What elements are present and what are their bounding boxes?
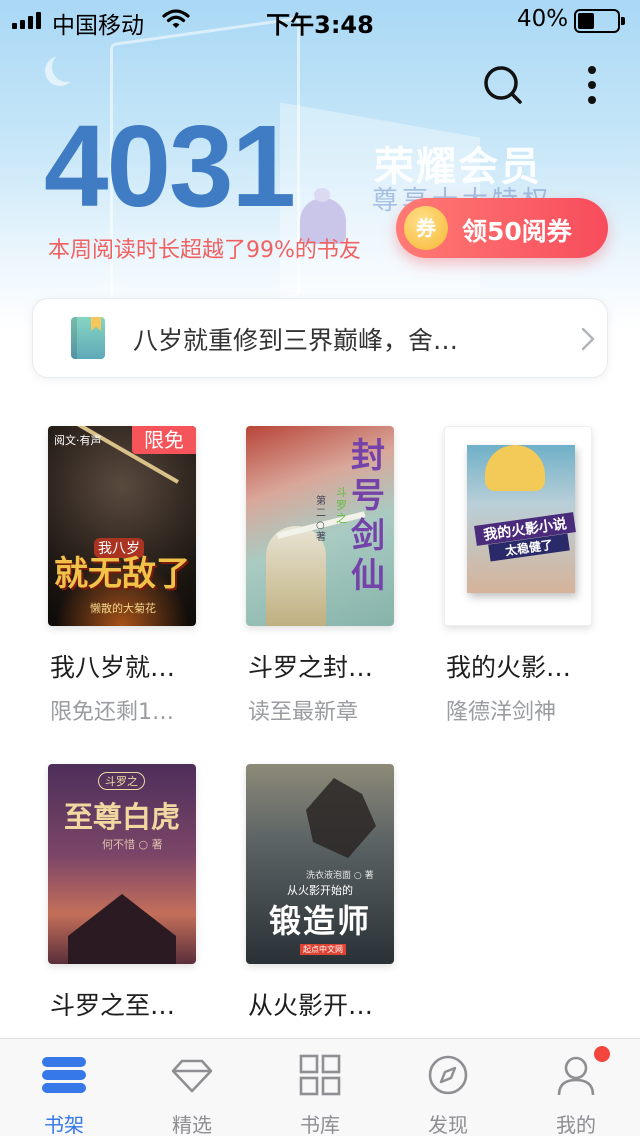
bottom-tab-bar: 书架 精选 书库 发现 我的 <box>0 1038 640 1136</box>
claim-coupon-button[interactable]: 券 领50阅券 <box>396 198 608 258</box>
book-cover[interactable]: 斗罗之 至尊白虎 何不惜 ○ 著 <box>48 764 196 964</box>
cover-title: 锻造师 <box>268 902 371 940</box>
bookshelf-icon <box>42 1057 86 1093</box>
tab-featured[interactable]: 精选 <box>128 1039 256 1136</box>
more-options-icon[interactable] <box>586 66 598 104</box>
moon-icon <box>52 52 82 82</box>
battery-icon <box>574 9 626 33</box>
cover-title: 封号剑仙 <box>351 436 385 596</box>
cover-author: 何不惜 ○ 著 <box>102 838 163 851</box>
cover-subtitle: 斗罗之 <box>336 486 347 525</box>
book-cover[interactable]: 封号剑仙 斗罗之 第二○著 <box>246 426 394 626</box>
book-author: 隆德洋剑神 <box>446 700 557 725</box>
book-cover[interactable]: 阅文·有声 我八岁 就无敌了 懒散的大菊花 限免 <box>48 426 196 626</box>
free-badge: 限免 <box>132 426 196 454</box>
coupon-icon: 券 <box>404 206 448 250</box>
cover-author: 洗衣液泡面 ○ 著 <box>306 871 374 881</box>
reading-rank-description: 本周阅读时长超越了99%的书友 <box>48 238 361 263</box>
book-title[interactable]: 斗罗之至… <box>50 986 175 1022</box>
grid-icon <box>299 1054 341 1096</box>
book-cover[interactable]: 洗衣液泡面 ○ 著 从火影开始的 锻造师 起点中文网 <box>246 764 394 964</box>
book-item[interactable]: 封号剑仙 斗罗之 第二○著 斗罗之封… 读至最新章 <box>246 426 396 725</box>
cover-subtitle: 斗罗之 <box>98 772 145 790</box>
book-status: 限免还剩1… <box>50 700 174 725</box>
tab-discover[interactable]: 发现 <box>384 1039 512 1136</box>
book-title[interactable]: 我八岁就… <box>50 648 175 684</box>
cover-title: 至尊白虎 <box>63 800 180 834</box>
tab-profile[interactable]: 我的 <box>512 1039 640 1136</box>
continue-reading-title: 八岁就重修到三界巅峰，舍… <box>133 326 459 355</box>
cover-publisher: 起点中文网 <box>300 944 346 955</box>
book-item[interactable]: 阅文·有声 我八岁 就无敌了 懒散的大菊花 限免 我八岁就… 限免还剩1… <box>48 426 198 725</box>
cover-author: 懒散的大菊花 <box>90 602 156 615</box>
book-item[interactable]: 我的火影小说 太稳健了 我的火影… 隆德洋剑神 <box>444 426 594 725</box>
book-title[interactable]: 我的火影… <box>446 648 571 684</box>
book-status: 读至最新章 <box>248 700 359 725</box>
tab-bookshelf[interactable]: 书架 <box>0 1039 128 1136</box>
tab-label: 我的 <box>556 1113 596 1136</box>
book-title[interactable]: 从火影开… <box>248 986 373 1022</box>
book-cover[interactable]: 我的火影小说 太稳健了 <box>444 426 592 626</box>
tab-label: 发现 <box>428 1113 468 1136</box>
book-icon <box>71 317 105 359</box>
cover-publisher-logo: 阅文·有声 <box>54 434 102 447</box>
diamond-icon <box>171 1059 213 1093</box>
status-bar: 中国移动 下午3:48 40% <box>0 0 640 40</box>
chevron-right-icon <box>581 327 595 351</box>
book-item[interactable]: 洗衣液泡面 ○ 著 从火影开始的 锻造师 起点中文网 从火影开… 洗衣液泡面 <box>246 764 396 1063</box>
cover-title: 就无敌了 <box>54 554 190 594</box>
continue-reading-banner[interactable]: 八岁就重修到三界巅峰，舍… <box>32 298 608 378</box>
notification-dot <box>594 1046 610 1062</box>
battery-percentage: 40% <box>517 6 569 32</box>
weekly-reading-count: 4031 <box>44 101 296 231</box>
tab-label: 精选 <box>172 1113 212 1136</box>
book-title[interactable]: 斗罗之封… <box>248 648 373 684</box>
tab-library[interactable]: 书库 <box>256 1039 384 1136</box>
user-icon <box>557 1056 595 1096</box>
coupon-label: 领50阅券 <box>462 217 572 246</box>
tab-label: 书架 <box>44 1113 84 1136</box>
book-item[interactable]: 斗罗之 至尊白虎 何不惜 ○ 著 斗罗之至… 何不惜 <box>48 764 198 1063</box>
search-icon[interactable] <box>482 64 524 106</box>
compass-icon <box>428 1055 468 1095</box>
tab-label: 书库 <box>300 1113 340 1136</box>
cover-author: 第二○著 <box>316 496 326 543</box>
